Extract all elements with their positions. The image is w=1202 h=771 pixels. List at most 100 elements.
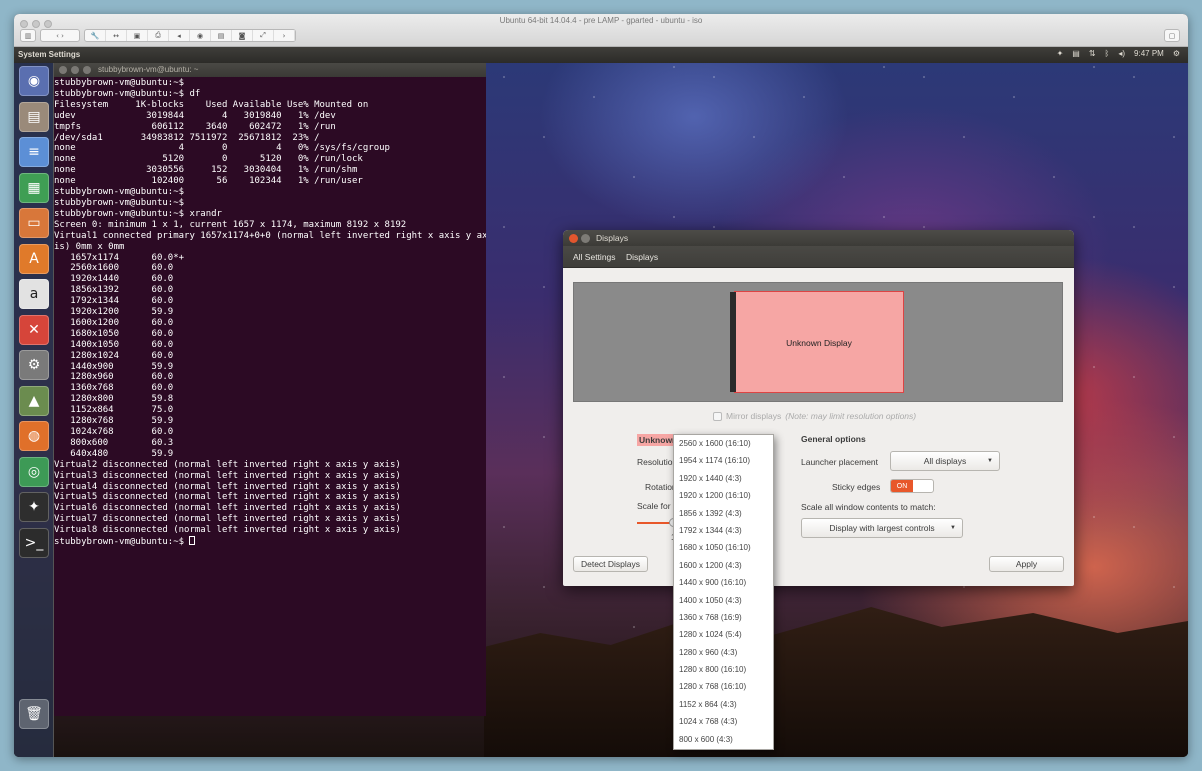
chrome-icon[interactable]: ◎ (19, 456, 49, 487)
ubuntu-desktop: System Settings ✦ ▤ ⇅ ᛒ ◂) 9:47 PM ⚙ ◉ ▤ ≡… (14, 47, 1188, 757)
launcher-placement-value: All displays (923, 456, 967, 466)
resolution-label: Resolution (637, 457, 678, 467)
terminal-line: 1440x900 59.9 (54, 361, 174, 372)
chevron-icon[interactable]: › (274, 30, 295, 41)
rotation-label: Rotation (645, 482, 677, 492)
sticky-edges-toggle[interactable]: ON (890, 479, 934, 493)
writer-icon[interactable]: ≡ (19, 137, 49, 167)
camera-icon[interactable]: ◙ (232, 30, 253, 41)
resolution-dropdown-menu: 2560 x 1600 (16:10) 1954 x 1174 (16:10) 19… (673, 434, 774, 750)
resolution-option[interactable]: 1280 x 1024 (5:4) (674, 626, 773, 643)
dialog-title: Displays (596, 233, 629, 243)
terminal-line: stubbybrown-vm@ubuntu:~$ (54, 78, 185, 88)
fullscreen-icon[interactable]: ⤢ (253, 30, 274, 41)
wrench-icon[interactable]: 🔧 (85, 30, 106, 41)
dash-icon[interactable]: ◉ (19, 66, 49, 96)
settings-tools-icon[interactable]: ✕ (19, 314, 49, 345)
dropbox-icon[interactable]: ✦ (1057, 49, 1064, 58)
fit-icon[interactable]: ▣ (127, 30, 148, 41)
terminal-line: 1360x768 60.0 (54, 383, 174, 394)
firefox-icon[interactable]: ◍ (19, 421, 49, 451)
resolution-option[interactable]: 1280 x 960 (4:3) (674, 644, 773, 661)
record-icon[interactable]: ◉ (190, 30, 211, 41)
gear-icon[interactable]: ⚙ (1173, 49, 1180, 58)
mirror-displays-option[interactable]: Mirror displays (Note: may limit resolut… (713, 411, 916, 421)
terminal-line: stubbybrown-vm@ubuntu:~$ xrandr (54, 208, 222, 219)
terminal-line: stubbybrown-vm@ubuntu:~$ df (54, 88, 201, 99)
terminal-line: 1280x800 59.8 (54, 394, 174, 405)
back-forward-icon[interactable]: ‹ › (40, 29, 80, 42)
software-center-icon[interactable]: A (19, 243, 49, 274)
resolution-option[interactable]: 800 x 600 (4:3) (674, 731, 773, 748)
network-icon[interactable]: ⇅ (1089, 49, 1096, 58)
resolution-option[interactable]: 1920 x 1200 (16:10) (674, 487, 773, 504)
terminal-line: 1152x864 75.0 (54, 405, 174, 416)
sticky-edges-on: ON (891, 480, 913, 492)
usb-icon[interactable]: ▤ (211, 30, 232, 41)
terminal-window[interactable]: stubbybrown-vm@ubuntu: ~ stubbybrown-vm@… (54, 63, 486, 716)
terminal-line: Filesystem 1K-blocks Used Available Use%… (54, 99, 369, 110)
launcher-placement-select[interactable]: All displays ▼ (890, 451, 1000, 471)
resolution-option[interactable]: 1280 x 768 (16:10) (674, 678, 773, 695)
terminal-minimize-button[interactable] (71, 66, 79, 74)
chevron-down-icon: ▼ (950, 525, 956, 531)
dark-app-icon[interactable]: ✦ (19, 492, 49, 522)
terminal-line: 1600x1200 60.0 (54, 317, 174, 328)
volume-icon[interactable]: ◂) (1118, 49, 1125, 58)
dialog-close-button[interactable] (569, 234, 578, 243)
host-window-title: Ubuntu 64-bit 14.04.4 - pre LAMP - gpart… (499, 16, 703, 25)
all-settings-button[interactable]: All Settings (573, 252, 616, 262)
print-icon[interactable]: ⎙ (148, 30, 169, 41)
resolution-option[interactable]: 1920 x 1440 (4:3) (674, 470, 773, 487)
terminal-cursor (189, 536, 196, 546)
trash-icon[interactable]: 🗑 (19, 699, 49, 729)
monitor-thumbnail[interactable]: Unknown Display (730, 291, 904, 393)
system-settings-icon[interactable]: ⚙ (19, 350, 49, 380)
resolution-option[interactable]: 1600 x 1200 (4:3) (674, 557, 773, 574)
resolution-option[interactable]: 1360 x 768 (16:9) (674, 609, 773, 626)
clock[interactable]: 9:47 PM (1134, 49, 1164, 58)
resolution-option[interactable]: 1280 x 800 (16:10) (674, 661, 773, 678)
terminal-line: none 5120 0 5120 0% /run/lock (54, 154, 363, 165)
launcher-placement-label: Launcher placement (801, 457, 879, 467)
resolution-option[interactable]: 1792 x 1344 (4:3) (674, 522, 773, 539)
scale-all-select[interactable]: Display with largest controls ▼ (801, 518, 963, 538)
photos-icon[interactable]: ▲ (19, 385, 49, 416)
active-app-title: System Settings (18, 50, 81, 59)
resolution-option[interactable]: 1680 x 1050 (16:10) (674, 539, 773, 556)
apply-button[interactable]: Apply (989, 556, 1064, 572)
files-icon[interactable]: ▤ (19, 101, 49, 132)
resolution-option[interactable]: 1440 x 900 (16:10) (674, 574, 773, 591)
terminal-line: Virtual2 disconnected (normal left inver… (54, 459, 401, 470)
bluetooth-icon[interactable]: ᛒ (1105, 49, 1110, 58)
detect-displays-button[interactable]: Detect Displays (573, 556, 648, 572)
terminal-maximize-button[interactable] (83, 66, 91, 74)
mirror-note: (Note: may limit resolution options) (785, 411, 917, 421)
keyboard-icon[interactable]: ▤ (1072, 49, 1080, 58)
displays-breadcrumb[interactable]: Displays (626, 252, 658, 262)
resolution-option[interactable]: 1024 x 768 (4:3) (674, 713, 773, 730)
amazon-icon[interactable]: a (19, 279, 49, 309)
host-share-icon[interactable]: ▢ (1164, 29, 1180, 42)
resolution-option[interactable]: 2560 x 1600 (16:10) (674, 435, 773, 452)
terminal-line: stubbybrown-vm@ubuntu:~$ (54, 197, 185, 208)
resolution-option[interactable]: 1400 x 1050 (4:3) (674, 592, 773, 609)
mirror-checkbox[interactable] (713, 411, 722, 421)
terminal-line: Screen 0: minimum 1 x 1, current 1657 x … (54, 219, 407, 230)
terminal-line: Virtual1 connected primary 1657x1174+0+0… (54, 230, 486, 241)
sidebar-icon[interactable]: ▥ (20, 29, 36, 42)
terminal-line: 2560x1600 60.0 (54, 263, 174, 274)
resize-icon[interactable]: ↔ (106, 30, 127, 41)
terminal-prompt-line[interactable]: stubbybrown-vm@ubuntu:~$ (54, 536, 486, 548)
impress-icon[interactable]: ▭ (19, 208, 49, 238)
terminal-line: none 102400 56 102344 1% /run/user (54, 176, 363, 187)
terminal-icon[interactable]: >_ (19, 527, 49, 558)
terminal-output[interactable]: stubbybrown-vm@ubuntu:~$ stubbybrown-vm@u… (54, 77, 486, 716)
resolution-option[interactable]: 1954 x 1174 (16:10) (674, 452, 773, 469)
resolution-option[interactable]: 1856 x 1392 (4:3) (674, 505, 773, 522)
calc-icon[interactable]: ▦ (19, 172, 49, 203)
terminal-close-button[interactable] (59, 66, 67, 74)
dialog-minimize-button[interactable] (581, 234, 590, 243)
resolution-option[interactable]: 1152 x 864 (4:3) (674, 696, 773, 713)
sound-icon[interactable]: ◂ (169, 30, 190, 41)
